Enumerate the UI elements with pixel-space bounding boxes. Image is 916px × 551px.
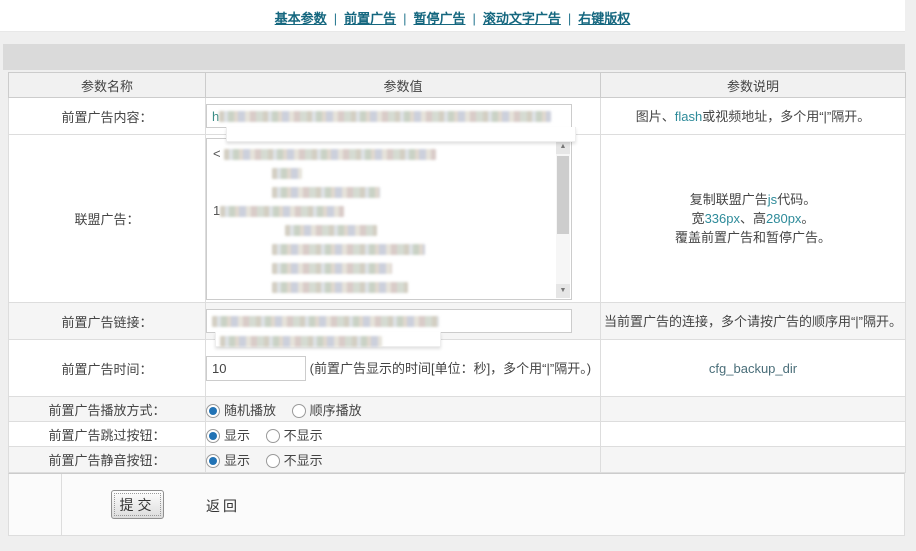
desc-text: 覆盖前置广告和暂停广告。 xyxy=(674,230,831,245)
desc-text: 、高 xyxy=(739,211,766,226)
radio-unselected-icon[interactable] xyxy=(265,454,280,468)
radio-label: 显示 xyxy=(224,453,251,468)
radio-unselected-icon[interactable] xyxy=(291,403,306,418)
nav-separator: | xyxy=(472,11,476,26)
radio-option-sequential[interactable]: 顺序播放 xyxy=(291,402,362,418)
desc-text: 代码。 xyxy=(777,192,817,207)
autocomplete-dropdown[interactable] xyxy=(215,332,441,348)
redacted-text xyxy=(212,315,439,327)
textarea-visible-text: < xyxy=(213,145,221,161)
radio-option-hide[interactable]: 不显示 xyxy=(265,427,323,443)
nav-separator: | xyxy=(333,11,338,26)
footer-divider xyxy=(61,474,62,535)
radio-selected-icon[interactable] xyxy=(206,454,220,468)
mute-button-desc xyxy=(600,446,906,473)
header-param-value: 参数值 xyxy=(205,72,601,98)
mute-button-label: 前置广告静音按钮： xyxy=(8,446,206,473)
nav-link-basic-params[interactable]: 基本参数 xyxy=(275,11,327,26)
desc-text: 图片、 xyxy=(635,108,675,124)
row-mute-button: 前置广告静音按钮： 显示 不显示 xyxy=(8,446,906,473)
union-ad-desc: 复制联盟广告js代码。 宽336px、高280px。 覆盖前置广告和暂停广告。 xyxy=(600,134,906,303)
nav-link-front-ad[interactable]: 前置广告 xyxy=(344,11,396,26)
form-footer: 提交 返回 xyxy=(8,473,905,536)
desc-text: 。 xyxy=(801,211,815,226)
redacted-text xyxy=(272,167,302,179)
union-ad-textarea[interactable]: < 1 ▲ ▼ xyxy=(206,137,572,300)
desc-code-height: 280px xyxy=(766,211,802,226)
front-ad-time-label: 前置广告时间： xyxy=(8,339,206,397)
top-nav: 基本参数 | 前置广告 | 暂停广告 | 滚动文字广告 | 右键版权 xyxy=(0,0,905,32)
radio-selected-icon[interactable] xyxy=(206,428,220,443)
radio-label: 不显示 xyxy=(283,453,323,468)
redacted-text xyxy=(272,243,425,255)
front-ad-link-desc: 当前置广告的连接，多个请按广告的顺序用“|”隔开。 xyxy=(600,302,906,340)
radio-option-show[interactable]: 显示 xyxy=(206,453,250,468)
redacted-text xyxy=(272,262,392,274)
play-mode-label: 前置广告播放方式： xyxy=(8,396,206,422)
textarea-visible-text: 1 xyxy=(213,202,221,218)
play-mode-desc xyxy=(600,396,906,422)
row-play-mode: 前置广告播放方式： 随机播放 顺序播放 xyxy=(8,396,906,422)
back-link[interactable]: 返回 xyxy=(206,496,240,516)
table-header-row: 参数名称 参数值 参数说明 xyxy=(8,72,906,98)
skip-button-label: 前置广告跳过按钮： xyxy=(8,421,206,447)
ad-settings-page: 基本参数 | 前置广告 | 暂停广告 | 滚动文字广告 | 右键版权 参数名称 参数值 参数说明… xyxy=(0,0,916,551)
nav-link-pause-ad[interactable]: 暂停广告 xyxy=(413,11,465,26)
radio-unselected-icon[interactable] xyxy=(265,428,280,443)
front-ad-content-desc: 图片、flash或视频地址，多个用“|”隔开。 xyxy=(600,97,906,135)
header-param-name: 参数名称 xyxy=(8,72,206,98)
union-ad-label: 联盟广告： xyxy=(8,134,206,303)
front-ad-time-input[interactable] xyxy=(206,355,306,381)
radio-label: 顺序播放 xyxy=(309,402,362,418)
desc-code-width: 336px xyxy=(704,211,740,226)
skip-button-desc xyxy=(600,421,906,447)
desc-text: 或视频地址，多个用“|”隔开。 xyxy=(702,108,871,124)
front-ad-link-label: 前置广告链接： xyxy=(8,302,206,340)
gap-strip xyxy=(0,32,905,44)
title-band xyxy=(3,44,905,70)
nav-separator: | xyxy=(403,11,407,26)
redacted-text xyxy=(219,110,552,122)
front-ad-time-desc: cfg_backup_dir xyxy=(600,339,906,397)
redacted-text xyxy=(220,205,345,217)
redacted-text xyxy=(272,281,408,293)
nav-link-scroll-text-ad[interactable]: 滚动文字广告 xyxy=(483,11,561,26)
radio-selected-icon[interactable] xyxy=(206,403,220,418)
radio-label: 显示 xyxy=(224,427,251,443)
redacted-text xyxy=(285,224,377,236)
autocomplete-dropdown[interactable] xyxy=(226,127,576,142)
row-skip-button: 前置广告跳过按钮： 显示 不显示 xyxy=(8,421,906,447)
desc-text: 宽 xyxy=(691,211,705,226)
redacted-text xyxy=(220,336,382,348)
header-param-desc: 参数说明 xyxy=(600,72,906,98)
input-visible-text: h xyxy=(212,108,220,124)
row-union-ad: 联盟广告： < 1 ▲ ▼ 复制联盟广告js代码。 宽336px、高280px。… xyxy=(8,134,906,303)
scrollbar-thumb[interactable] xyxy=(557,155,569,234)
front-ad-time-hint: (前置广告显示的时间[单位：秒]，多个用“|”隔开。) xyxy=(309,360,592,376)
redacted-text xyxy=(272,186,380,198)
nav-link-rightclick-copyright[interactable]: 右键版权 xyxy=(578,11,630,26)
front-ad-content-label: 前置广告内容： xyxy=(8,97,206,135)
desc-code-flash: flash xyxy=(674,108,703,124)
row-front-ad-link: 前置广告链接： 当前置广告的连接，多个请按广告的顺序用“|”隔开。 xyxy=(8,302,906,348)
row-front-ad-time: 前置广告时间： (前置广告显示的时间[单位：秒]，多个用“|”隔开。) cfg_… xyxy=(8,339,906,397)
front-ad-link-input[interactable] xyxy=(206,309,572,333)
radio-label: 随机播放 xyxy=(224,402,277,418)
textarea-scrollbar[interactable]: ▲ ▼ xyxy=(556,139,570,298)
front-ad-content-input[interactable]: h xyxy=(206,104,572,128)
desc-code-js: js xyxy=(767,192,778,207)
row-front-ad-content: 前置广告内容： h 图片、flash或视频地址，多个用“|”隔开。 xyxy=(8,97,906,142)
radio-option-hide[interactable]: 不显示 xyxy=(265,453,323,468)
scrollbar-down-icon[interactable]: ▼ xyxy=(556,283,570,298)
desc-text: 复制联盟广告 xyxy=(689,192,768,207)
radio-label: 不显示 xyxy=(283,427,323,443)
redacted-text xyxy=(224,148,437,160)
radio-option-show[interactable]: 显示 xyxy=(206,428,250,443)
params-table: 参数名称 参数值 参数说明 前置广告内容： h 图片、flash或视频地址，多个… xyxy=(8,72,906,473)
radio-option-random[interactable]: 随机播放 xyxy=(206,403,276,418)
submit-button[interactable]: 提交 xyxy=(111,490,164,519)
nav-separator: | xyxy=(567,11,572,26)
